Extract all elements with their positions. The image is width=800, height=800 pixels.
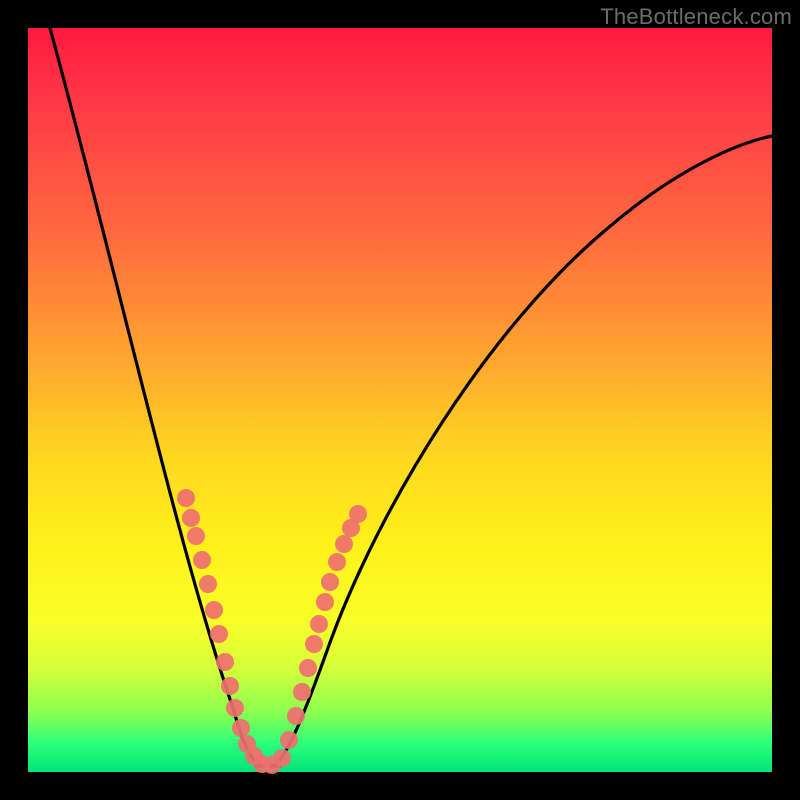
marker-dot	[299, 659, 317, 677]
marker-dot	[177, 489, 195, 507]
marker-dot	[305, 635, 323, 653]
marker-dot	[199, 575, 217, 593]
marker-dot	[287, 707, 305, 725]
watermark-text: TheBottleneck.com	[600, 4, 792, 30]
marker-dot	[232, 719, 250, 737]
marker-dot	[316, 593, 334, 611]
marker-dot	[182, 509, 200, 527]
curve-layer	[50, 28, 772, 766]
marker-layer	[177, 489, 367, 774]
marker-dot	[293, 683, 311, 701]
marker-dot	[335, 535, 353, 553]
marker-dot	[216, 653, 234, 671]
bottleneck-curve-right	[275, 136, 772, 766]
marker-dot	[193, 551, 211, 569]
chart-svg	[28, 28, 772, 772]
marker-dot	[273, 749, 291, 767]
plot-area	[28, 28, 772, 772]
marker-dot	[210, 625, 228, 643]
marker-dot	[221, 677, 239, 695]
marker-dot	[310, 615, 328, 633]
marker-dot	[328, 553, 346, 571]
marker-dot	[205, 601, 223, 619]
marker-dot	[280, 731, 298, 749]
marker-dot	[321, 573, 339, 591]
marker-dot	[187, 527, 205, 545]
chart-frame: TheBottleneck.com	[0, 0, 800, 800]
marker-dot	[226, 699, 244, 717]
marker-dot	[349, 505, 367, 523]
